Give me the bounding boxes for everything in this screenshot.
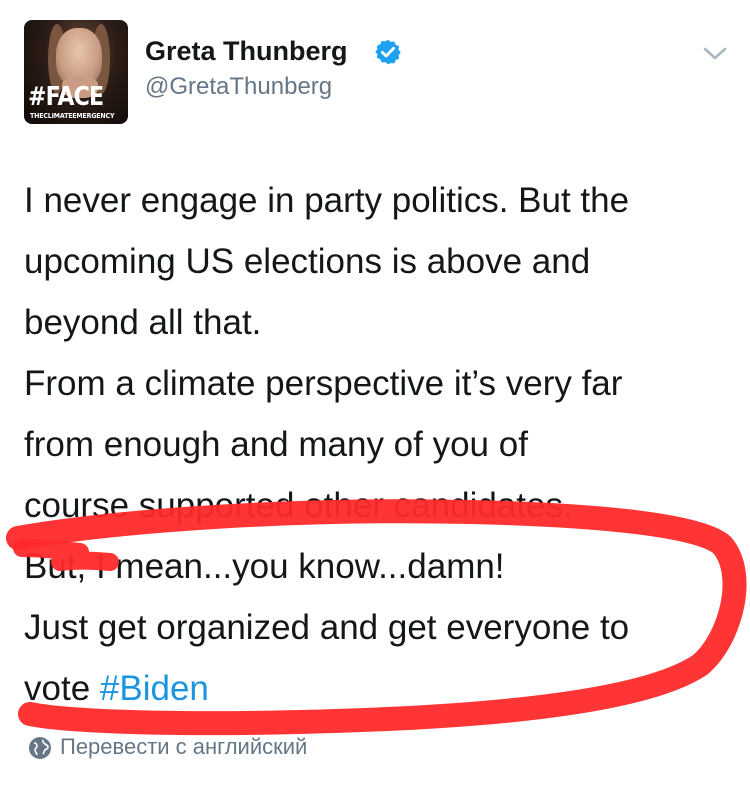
avatar[interactable]: #FACE THECLIMATEEMERGENCY xyxy=(24,20,128,124)
user-handle[interactable]: @GretaThunberg xyxy=(145,73,332,101)
tweet-text-line: From a climate perspective it’s very far xyxy=(24,364,623,403)
translate-label[interactable]: Перевести с английский xyxy=(60,734,307,760)
tweet-text-line: vote xyxy=(24,669,91,708)
chevron-down-icon[interactable] xyxy=(700,44,730,64)
hashtag-link[interactable]: #Biden xyxy=(100,669,209,708)
avatar-tag: #FACE xyxy=(28,82,104,112)
tweet-card: #FACE THECLIMATEEMERGENCY Greta Thunberg… xyxy=(0,0,750,802)
globe-icon xyxy=(29,737,51,759)
display-name[interactable]: Greta Thunberg xyxy=(145,36,348,67)
tweet-text-line: But, I mean...you know...damn! xyxy=(24,547,505,586)
tweet-text-line: course supported other candidates. xyxy=(24,486,573,525)
tweet-text-line: from enough and many of you of xyxy=(24,425,528,464)
tweet-text-line: upcoming US elections is above and xyxy=(24,242,591,281)
tweet-text-last-line: vote #Biden xyxy=(24,658,734,719)
tweet-text-line: Just get organized and get everyone to xyxy=(24,608,630,647)
verified-badge-icon xyxy=(375,39,401,65)
tweet-text: I never engage in party politics. But th… xyxy=(24,170,734,719)
tweet-text-line: I never engage in party politics. But th… xyxy=(24,181,630,220)
tweet-text-line: beyond all that. xyxy=(24,303,262,342)
avatar-subtag: THECLIMATEEMERGENCY xyxy=(30,112,115,120)
